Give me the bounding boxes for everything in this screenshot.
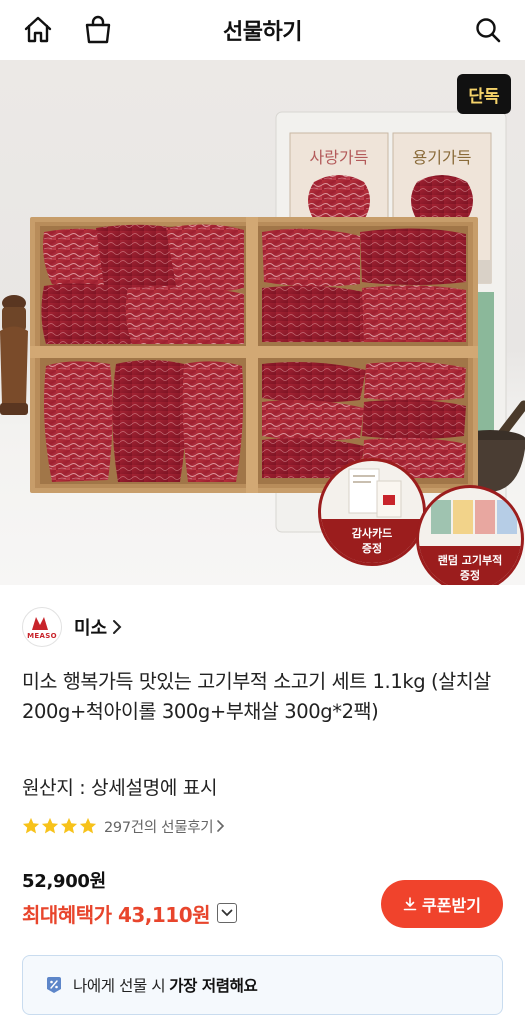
charm-icon [431, 500, 517, 534]
seller-logo-text: MEASO [27, 631, 57, 640]
product-title: 미소 행복가득 맛있는 고기부적 소고기 세트 1.1kg (살치살 200g+… [22, 670, 491, 723]
random-charm-label: 랜덤 고기부적 증정 [419, 546, 521, 585]
self-gift-notice: 나에게 선물 시 가장 저렴해요 [22, 955, 503, 1015]
notice-text: 나에게 선물 시 [73, 977, 166, 995]
random-charm-badge: 랜덤 고기부적 증정 [416, 485, 524, 585]
thank-you-card-badge: 감사카드 증정 [318, 458, 426, 566]
benefit-details-toggle[interactable] [217, 903, 238, 923]
product-origin: 원산지 : 상세설명에 표시 [22, 777, 218, 799]
max-benefit-price-row: 최대혜택가 43,110원 [22, 898, 238, 928]
max-benefit-price: 최대혜택가 43,110원 [22, 902, 211, 927]
meat-section-bottom-left [44, 360, 244, 482]
meat-section-top-left [41, 224, 244, 344]
pepper-mill [0, 295, 28, 415]
chevron-right-icon [217, 820, 225, 832]
notice-emphasis: 가장 저렴해요 [169, 977, 258, 995]
card-icon [348, 468, 402, 518]
discount-tag-icon [47, 977, 61, 993]
rating-reviews-link[interactable]: 297건의 선물후기 [22, 815, 226, 837]
star-icon [79, 817, 97, 834]
exclusive-badge: 단독 [457, 74, 511, 114]
get-coupon-button[interactable]: 쿠폰받기 [381, 880, 503, 928]
seller-link[interactable]: MEASO 미소 [22, 606, 123, 648]
top-nav-bar: 선물하기 [0, 0, 525, 60]
seller-logo: MEASO [22, 607, 62, 647]
seller-name: 미소 [74, 618, 108, 639]
measo-logo-icon [32, 616, 48, 630]
star-icon [60, 817, 78, 834]
search-icon[interactable] [472, 14, 504, 46]
original-price: 52,900원 [22, 871, 106, 892]
download-icon [403, 897, 417, 911]
star-icon [22, 817, 40, 834]
star-icon [41, 817, 59, 834]
box-label-love: 사랑가득 [310, 148, 369, 167]
chevron-right-icon [113, 620, 122, 634]
page-title: 선물하기 [223, 20, 302, 45]
product-image[interactable]: 사랑가득 용기가득 단독 감사카드 증정 랜덤 고기부적 증정 [0, 60, 525, 585]
get-coupon-label: 쿠폰받기 [422, 898, 481, 915]
box-label-courage: 용기가득 [413, 148, 472, 167]
review-count: 297건의 선물후기 [104, 819, 214, 836]
chevron-down-icon [221, 909, 233, 917]
thank-you-card-label: 감사카드 증정 [321, 519, 423, 563]
